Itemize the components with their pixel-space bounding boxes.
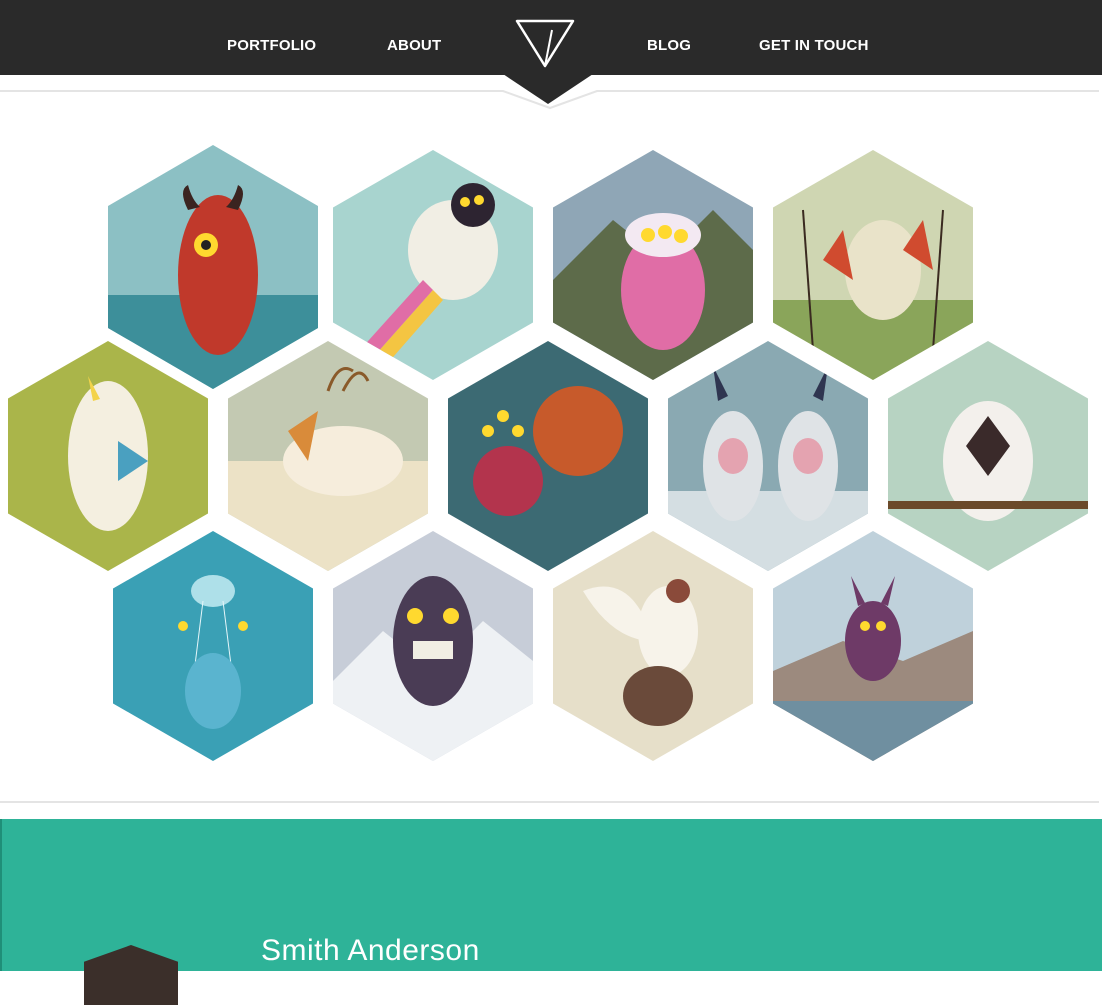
author-section-edge xyxy=(0,819,2,971)
creature-with-birds-image xyxy=(773,150,973,380)
author-name: Smith Anderson xyxy=(261,934,480,967)
nav-link-portfolio[interactable]: PORTFOLIO xyxy=(227,37,316,54)
nav-link-get-in-touch[interactable]: GET IN TOUCH xyxy=(759,37,869,54)
gallery-item-white-deer[interactable] xyxy=(228,341,428,571)
header-divider-right xyxy=(617,90,1099,92)
gallery-bottom-divider xyxy=(0,801,1099,803)
red-monster-image xyxy=(108,145,318,389)
gallery-item-creature-with-birds[interactable] xyxy=(773,150,973,380)
gallery-item-purple-monster[interactable] xyxy=(773,531,973,761)
furry-creature-image xyxy=(888,341,1088,571)
white-deer-image xyxy=(228,341,428,571)
gallery-item-jellyfish[interactable] xyxy=(113,531,313,761)
gallery-item-yetis[interactable] xyxy=(668,341,868,571)
purple-monster-image xyxy=(773,531,973,761)
logo-tab xyxy=(503,74,593,104)
pink-cow-image xyxy=(553,150,753,380)
nav-link-blog[interactable]: BLOG xyxy=(647,37,691,54)
unicorn-creature-image xyxy=(8,341,208,571)
bird-creature-image xyxy=(553,531,753,761)
yetis-image xyxy=(668,341,868,571)
gallery-item-unicorn-creature[interactable] xyxy=(8,341,208,571)
gallery-item-bird-creature[interactable] xyxy=(553,531,753,761)
gallery-item-furry-creature[interactable] xyxy=(888,341,1088,571)
gallery-item-red-monster[interactable] xyxy=(108,145,318,389)
nav-link-about[interactable]: ABOUT xyxy=(387,37,441,54)
gallery-item-octopus-monster[interactable] xyxy=(448,341,648,571)
gallery-item-tiki-mask[interactable] xyxy=(333,531,533,761)
header-divider-left xyxy=(0,90,482,92)
triangle-logo-icon[interactable] xyxy=(514,18,576,70)
author-section xyxy=(0,819,1102,971)
gallery-item-pink-cow[interactable] xyxy=(553,150,753,380)
jellyfish-image xyxy=(113,531,313,761)
gallery-item-flying-sheep[interactable] xyxy=(333,150,533,380)
flying-sheep-image xyxy=(333,150,533,380)
octopus-monster-image xyxy=(448,341,648,571)
tiki-mask-image xyxy=(333,531,533,761)
